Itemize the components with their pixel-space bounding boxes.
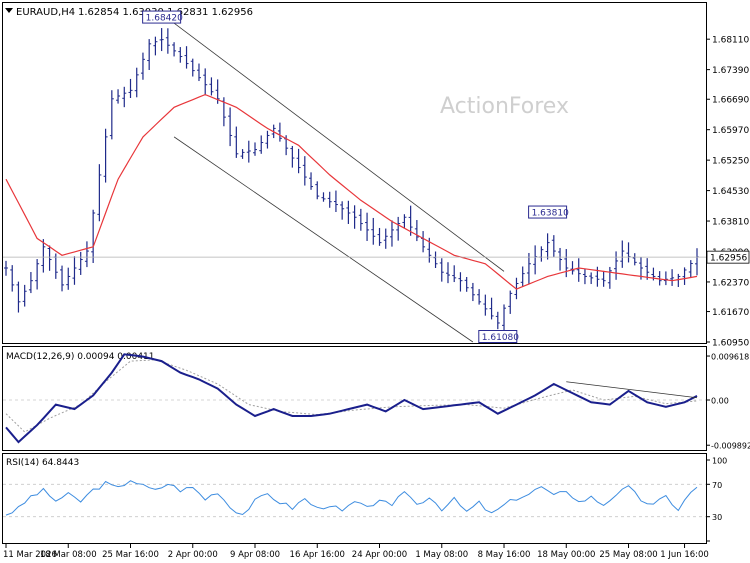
price-tick-label: 1.61670 — [712, 308, 749, 318]
watermark-logo: ActionForex — [440, 94, 569, 119]
price-axis: 1.68110 1.67390 1.66690 1.65970 1.65250 1.645… — [706, 36, 749, 349]
macd-tick-label: -0.009892 — [711, 442, 750, 451]
price-tick-label: 1.67390 — [712, 66, 749, 76]
time-tick-label: 1 Jun 16:00 — [660, 550, 709, 560]
rsi-tick-label: 100 — [712, 457, 727, 466]
price-tick-label: 1.65970 — [712, 126, 749, 136]
annotation-label: 1.63810 — [532, 209, 569, 219]
rsi-tick-label: 30 — [712, 513, 722, 522]
time-tick-label: 25 May 08:00 — [599, 550, 657, 560]
price-tick-label: 1.64530 — [712, 187, 749, 197]
time-tick-label: 18 Mar 08:00 — [40, 550, 97, 560]
macd-tick-label: 0.009618 — [711, 353, 749, 362]
time-axis: 11 Mar 202618 Mar 08:00 25 Mar 16:00 2 Apr… — [3, 544, 709, 560]
forex-chart: EURAUD,H4 1.62854 1.63030 1.62831 1.6295… — [2, 2, 750, 560]
time-tick-label: 8 May 16:00 — [478, 550, 531, 560]
macd-label: MACD(12,26,9) 0.00094 0.00411 — [6, 352, 155, 362]
price-tick-label: 1.63810 — [712, 218, 749, 228]
time-tick-label: 18 May 00:00 — [537, 550, 595, 560]
rsi-tick-label: 70 — [712, 481, 722, 490]
time-tick-label: 25 Mar 16:00 — [102, 550, 159, 560]
rsi-label: RSI(14) 64.8443 — [6, 458, 79, 468]
macd-panel — [2, 346, 707, 451]
chart-symbol: EURAUD,H4 — [16, 7, 75, 18]
annotation-label: 1.68420 — [146, 14, 183, 24]
price-tick-label: 1.62370 — [712, 278, 749, 288]
price-panel — [2, 2, 707, 344]
price-tick-label: 1.66690 — [712, 96, 749, 106]
price-tick-label: 1.68110 — [712, 36, 749, 46]
price-tick-label: 1.65250 — [712, 157, 749, 167]
rsi-panel — [2, 453, 707, 544]
time-tick-label: 1 May 08:00 — [415, 550, 468, 560]
time-tick-label: 2 Apr 00:00 — [168, 550, 218, 560]
price-tick-label: 1.60950 — [712, 339, 749, 349]
time-tick-label: 24 Apr 00:00 — [352, 550, 407, 560]
current-price-value: 1.62956 — [710, 254, 747, 264]
annotation-label: 1.61080 — [482, 333, 519, 343]
macd-tick-label: 0.00 — [711, 397, 729, 406]
time-tick-label: 9 Apr 08:00 — [230, 550, 280, 560]
time-tick-label: 16 Apr 16:00 — [290, 550, 345, 560]
